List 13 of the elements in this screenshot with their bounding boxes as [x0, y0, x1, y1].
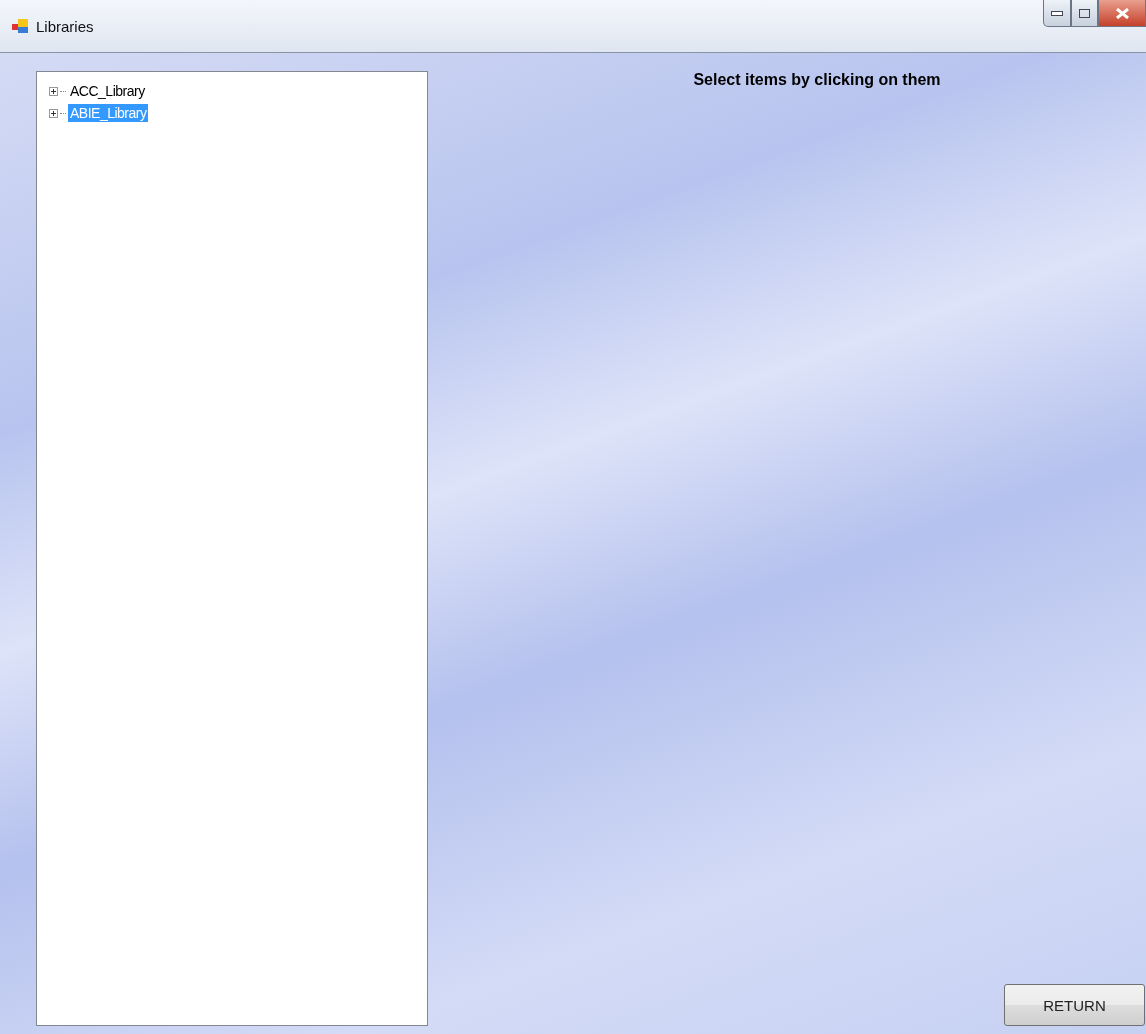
tree-node[interactable]: ACC_Library	[68, 82, 147, 100]
maximize-button[interactable]	[1071, 0, 1098, 27]
expand-icon[interactable]	[49, 108, 58, 118]
maximize-icon	[1079, 8, 1090, 18]
return-button[interactable]: RETURN	[1004, 984, 1145, 1026]
window-title: Libraries	[36, 18, 94, 35]
close-icon	[1115, 7, 1129, 19]
app-icon	[12, 19, 28, 33]
expand-icon[interactable]	[49, 86, 58, 96]
instruction-heading: Select items by clicking on them	[693, 71, 941, 89]
minimize-button[interactable]	[1043, 0, 1071, 27]
close-button[interactable]	[1098, 0, 1146, 27]
minimize-icon	[1051, 10, 1063, 16]
